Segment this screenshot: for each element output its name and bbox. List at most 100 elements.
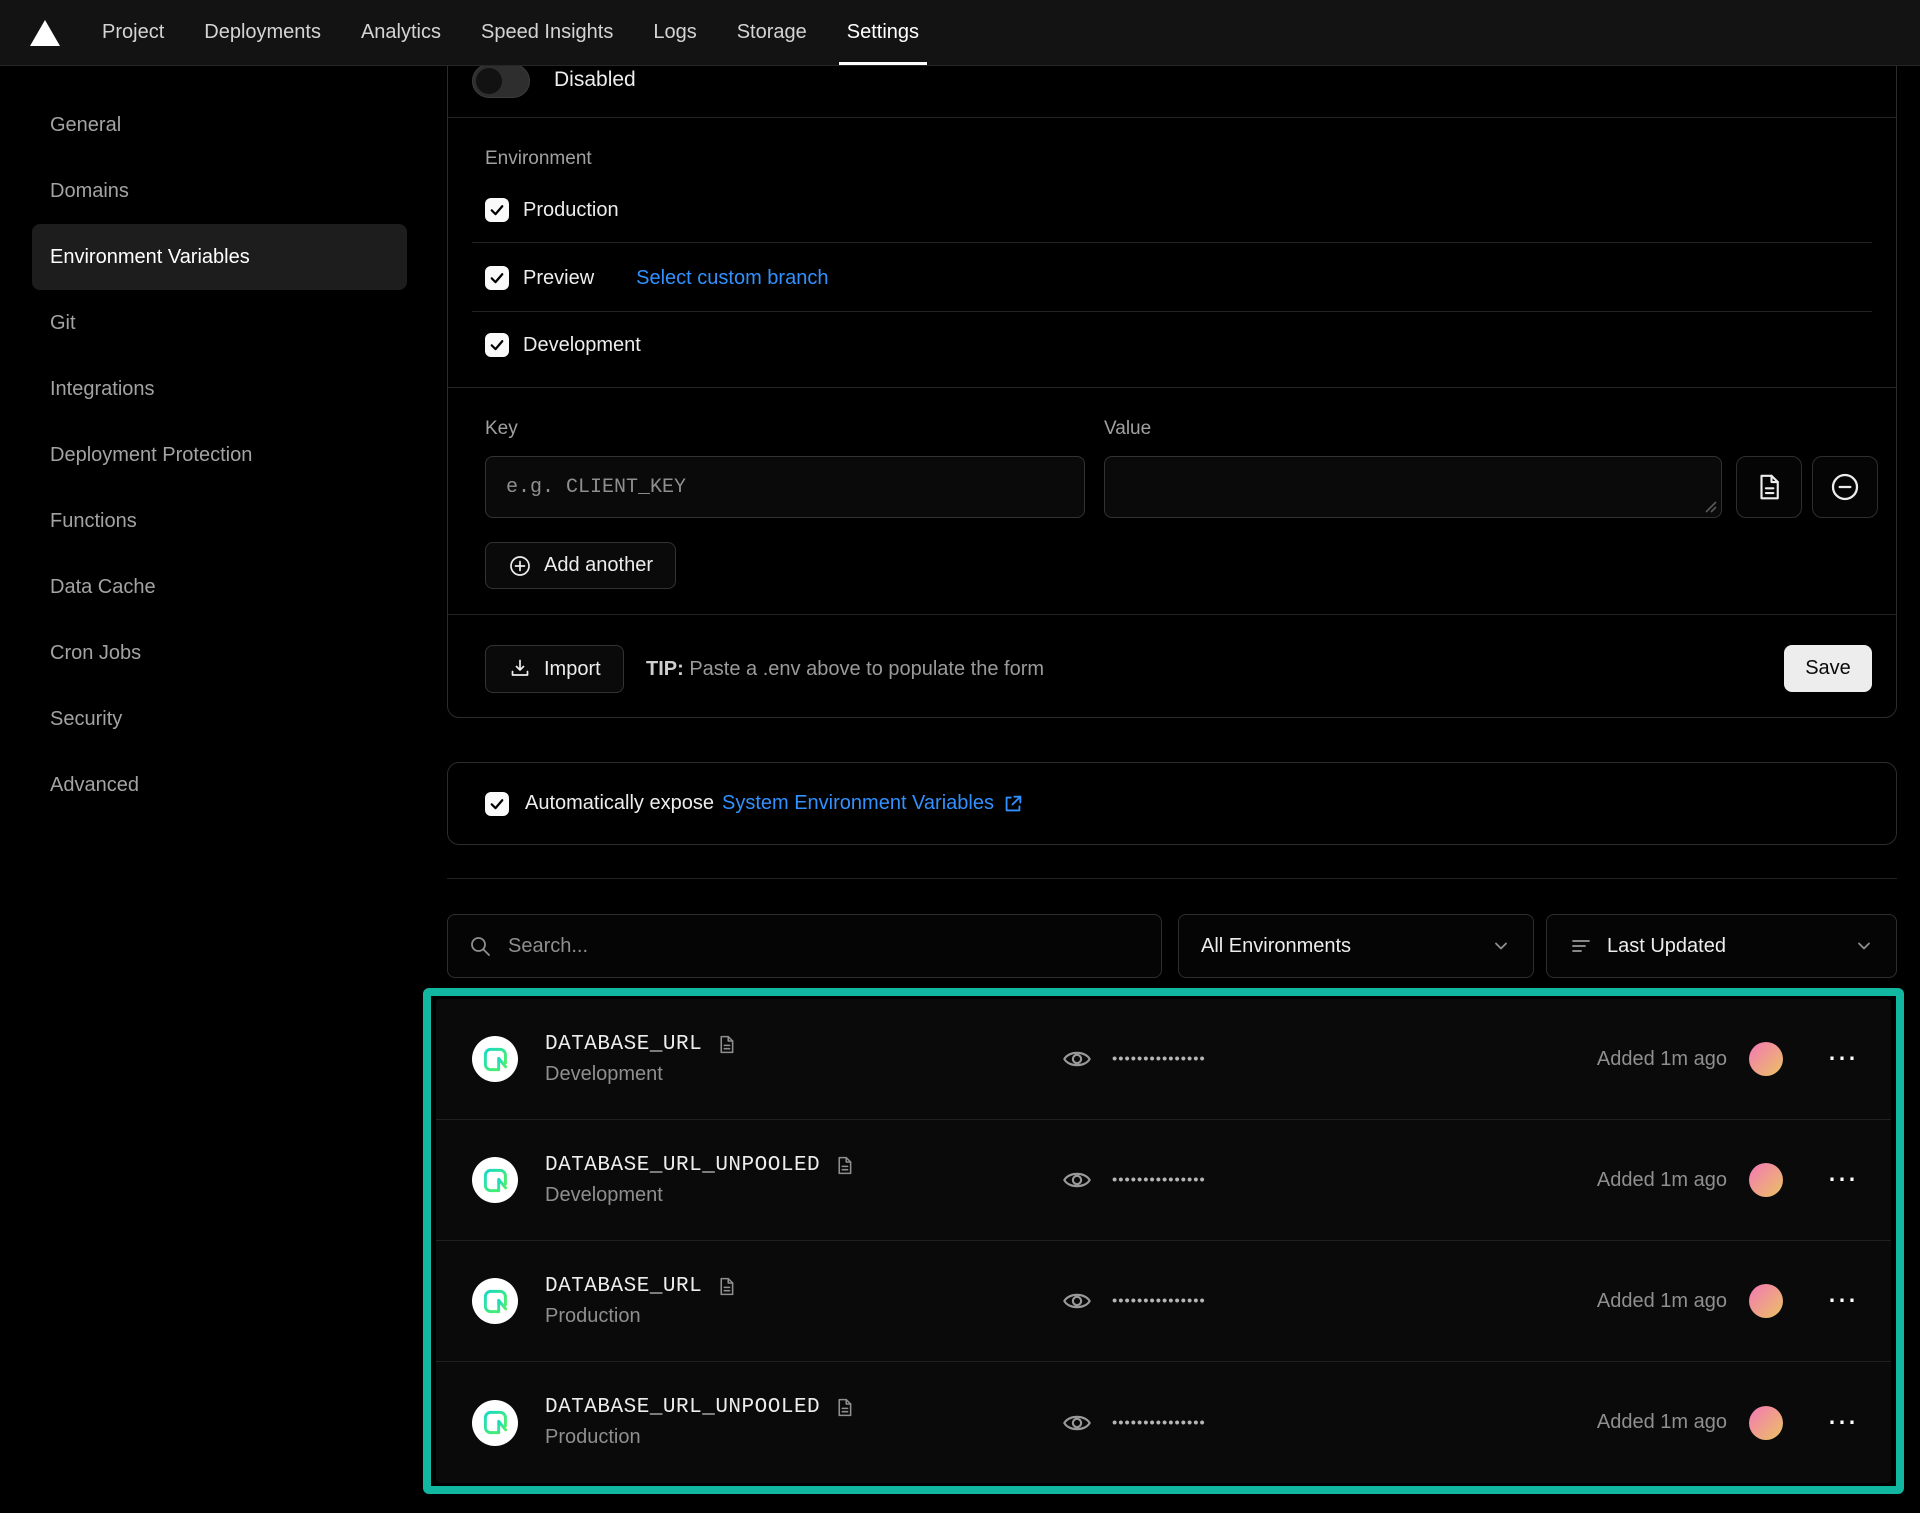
env-variable-row: DATABASE_URL Production ••••••••••••••• … <box>436 1241 1891 1362</box>
development-checkbox[interactable] <box>485 333 509 357</box>
remove-row-button[interactable] <box>1812 456 1878 518</box>
import-button[interactable]: Import <box>485 645 624 693</box>
row-menu-button[interactable]: ⋯ <box>1827 1296 1857 1306</box>
settings-sidebar: General Domains Environment Variables Gi… <box>32 92 407 818</box>
development-label: Development <box>523 334 641 357</box>
added-timestamp: Added 1m ago <box>1597 1411 1727 1434</box>
env-variables-table: DATABASE_URL Development •••••••••••••••… <box>436 999 1891 1483</box>
added-timestamp: Added 1m ago <box>1597 1048 1727 1071</box>
sidebar-item-environment-variables[interactable]: Environment Variables <box>32 224 407 290</box>
env-variable-row: DATABASE_URL_UNPOOLED Development ••••••… <box>436 1120 1891 1241</box>
variable-info: DATABASE_URL Production <box>545 1275 737 1328</box>
env-row-production: Production <box>485 198 619 222</box>
search-icon <box>468 934 492 958</box>
tab-deployments[interactable]: Deployments <box>204 0 321 65</box>
expose-checkbox[interactable] <box>485 792 509 816</box>
masked-value: ••••••••••••••• <box>1112 1051 1206 1068</box>
document-icon <box>1754 472 1784 502</box>
system-env-variables-link[interactable]: System Environment Variables <box>722 792 994 815</box>
save-button[interactable]: Save <box>1784 645 1872 692</box>
tab-speed-insights[interactable]: Speed Insights <box>481 0 613 65</box>
neon-logo-icon <box>482 1288 509 1315</box>
sidebar-item-domains[interactable]: Domains <box>32 158 407 224</box>
paste-env-button[interactable] <box>1736 456 1802 518</box>
sidebar-item-general[interactable]: General <box>32 92 407 158</box>
masked-value: ••••••••••••••• <box>1112 1172 1206 1189</box>
tab-logs[interactable]: Logs <box>653 0 696 65</box>
note-icon[interactable] <box>834 1155 855 1176</box>
production-checkbox[interactable] <box>485 198 509 222</box>
chevron-down-icon <box>1491 936 1511 956</box>
sidebar-item-integrations[interactable]: Integrations <box>32 356 407 422</box>
reveal-value-eye-icon[interactable] <box>1061 1043 1093 1075</box>
variable-key: DATABASE_URL <box>545 1275 702 1298</box>
sidebar-item-deployment-protection[interactable]: Deployment Protection <box>32 422 407 488</box>
section-divider <box>448 387 1896 388</box>
tip-label: TIP: <box>646 658 684 680</box>
checkmark-icon <box>488 336 506 354</box>
tab-project[interactable]: Project <box>102 0 164 65</box>
user-avatar[interactable] <box>1749 1284 1783 1318</box>
sidebar-item-cron-jobs[interactable]: Cron Jobs <box>32 620 407 686</box>
row-menu-button[interactable]: ⋯ <box>1827 1175 1857 1185</box>
sidebar-item-git[interactable]: Git <box>32 290 407 356</box>
neon-integration-avatar <box>472 1157 518 1203</box>
sidebar-item-security[interactable]: Security <box>32 686 407 752</box>
sensitive-toggle[interactable] <box>472 64 530 98</box>
variable-key: DATABASE_URL_UNPOOLED <box>545 1154 820 1177</box>
user-avatar[interactable] <box>1749 1042 1783 1076</box>
checkmark-icon <box>488 269 506 287</box>
value-input[interactable] <box>1104 456 1722 518</box>
variable-environment: Production <box>545 1305 737 1328</box>
sidebar-item-data-cache[interactable]: Data Cache <box>32 554 407 620</box>
neon-integration-avatar <box>472 1278 518 1324</box>
row-right-group: Added 1m ago ⋯ <box>1597 1406 1857 1440</box>
search-input[interactable] <box>506 934 1141 959</box>
variable-key: DATABASE_URL <box>545 1033 702 1056</box>
env-variable-row: DATABASE_URL Development •••••••••••••••… <box>436 999 1891 1120</box>
row-menu-button[interactable]: ⋯ <box>1827 1054 1857 1064</box>
import-label: Import <box>544 658 601 681</box>
neon-logo-icon <box>482 1409 509 1436</box>
top-nav: Project Deployments Analytics Speed Insi… <box>0 0 1920 66</box>
reveal-value-eye-icon[interactable] <box>1061 1407 1093 1439</box>
add-another-label: Add another <box>544 554 653 577</box>
env-variable-row: DATABASE_URL_UNPOOLED Production •••••••… <box>436 1362 1891 1483</box>
sidebar-item-functions[interactable]: Functions <box>32 488 407 554</box>
sort-select[interactable]: Last Updated <box>1546 914 1897 978</box>
neon-logo-icon <box>482 1046 509 1073</box>
expose-label: Automatically expose <box>525 792 714 815</box>
env-row-preview: Preview Select custom branch <box>485 266 828 290</box>
masked-value: ••••••••••••••• <box>1112 1414 1206 1431</box>
note-icon[interactable] <box>716 1276 737 1297</box>
row-menu-button[interactable]: ⋯ <box>1827 1418 1857 1428</box>
note-icon[interactable] <box>716 1034 737 1055</box>
checkmark-icon <box>488 795 506 813</box>
tab-analytics[interactable]: Analytics <box>361 0 441 65</box>
added-timestamp: Added 1m ago <box>1597 1290 1727 1313</box>
sidebar-item-advanced[interactable]: Advanced <box>32 752 407 818</box>
neon-integration-avatar <box>472 1400 518 1446</box>
select-custom-branch-link[interactable]: Select custom branch <box>636 267 828 290</box>
toggle-label: Disabled <box>554 68 636 92</box>
tab-settings[interactable]: Settings <box>847 0 919 65</box>
row-divider <box>472 242 1872 243</box>
user-avatar[interactable] <box>1749 1163 1783 1197</box>
key-input[interactable] <box>485 456 1085 518</box>
production-label: Production <box>523 199 619 222</box>
reveal-value-eye-icon[interactable] <box>1061 1164 1093 1196</box>
highlight-ring: DATABASE_URL Development •••••••••••••••… <box>423 988 1904 1494</box>
environment-filter-select[interactable]: All Environments <box>1178 914 1534 978</box>
row-divider <box>472 311 1872 312</box>
reveal-value-eye-icon[interactable] <box>1061 1285 1093 1317</box>
plus-circle-icon <box>508 554 532 578</box>
vercel-logo-icon[interactable] <box>30 20 60 46</box>
note-icon[interactable] <box>834 1397 855 1418</box>
resize-handle-icon[interactable] <box>1704 500 1717 513</box>
tab-storage[interactable]: Storage <box>737 0 807 65</box>
value-label: Value <box>1104 418 1151 440</box>
external-link-icon[interactable] <box>1002 793 1024 815</box>
add-another-button[interactable]: Add another <box>485 542 676 589</box>
preview-checkbox[interactable] <box>485 266 509 290</box>
user-avatar[interactable] <box>1749 1406 1783 1440</box>
